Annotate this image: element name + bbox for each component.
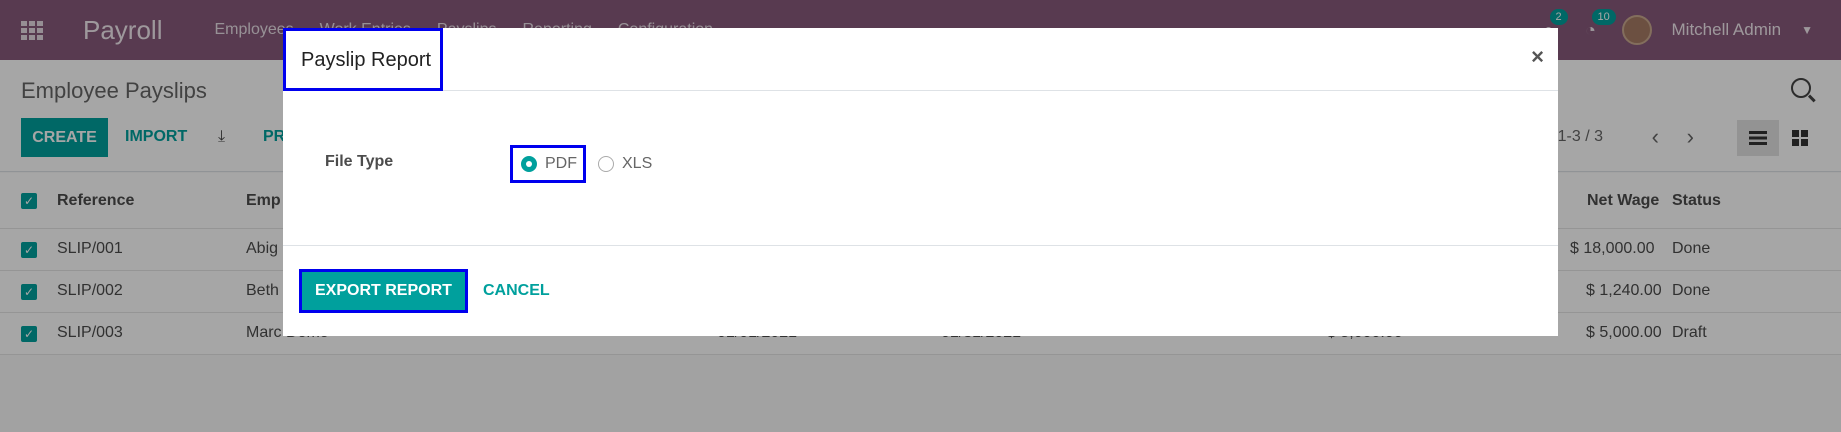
payslip-report-dialog: Payslip Report × File Type PDF XLS EXPOR… — [283, 28, 1558, 336]
close-icon[interactable]: × — [1531, 44, 1544, 70]
radio-option-pdf[interactable]: PDF — [510, 145, 586, 183]
modal-footer: EXPORT REPORT CANCEL — [283, 246, 1558, 335]
modal-backdrop[interactable]: Payslip Report × File Type PDF XLS EXPOR… — [0, 0, 1841, 432]
radio-pdf-label[interactable]: PDF — [545, 155, 577, 173]
export-report-button[interactable]: EXPORT REPORT — [299, 269, 468, 313]
radio-option-xls[interactable]: XLS — [598, 155, 652, 173]
modal-header: Payslip Report × — [283, 28, 1558, 91]
radio-xls-label[interactable]: XLS — [622, 155, 652, 173]
modal-body: File Type PDF XLS — [283, 91, 1558, 246]
modal-title: Payslip Report — [283, 28, 444, 91]
file-type-label: File Type — [325, 153, 394, 170]
file-type-radio-group: PDF XLS — [510, 145, 652, 183]
radio-xls-input[interactable] — [598, 156, 614, 172]
cancel-button[interactable]: CANCEL — [483, 282, 550, 300]
radio-pdf-input[interactable] — [521, 156, 537, 172]
